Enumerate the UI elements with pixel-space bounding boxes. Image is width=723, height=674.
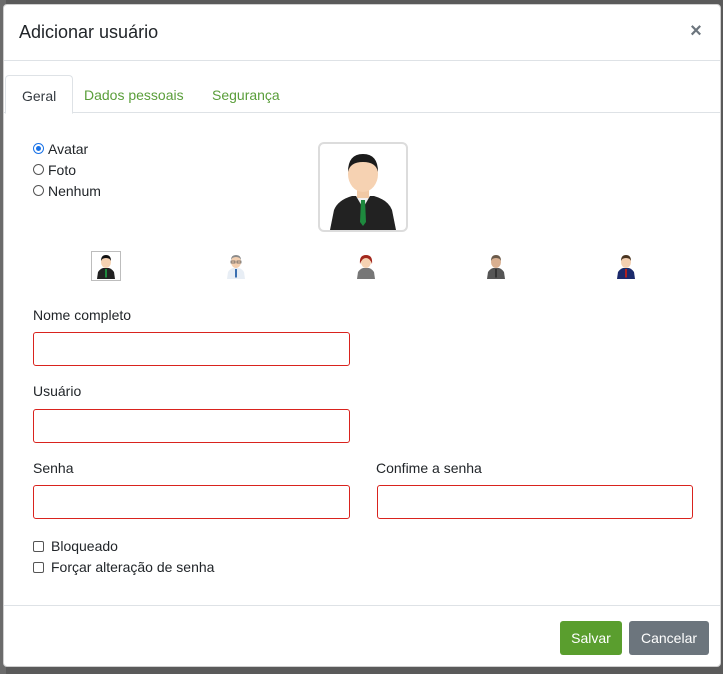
avatar-preview xyxy=(318,142,408,232)
close-button[interactable]: × xyxy=(686,21,706,41)
confirm-password-input[interactable] xyxy=(377,485,693,519)
full-name-input[interactable] xyxy=(33,332,350,366)
avatar-option-5[interactable] xyxy=(611,251,641,281)
avatar-option-1[interactable] xyxy=(91,251,121,281)
modal-title: Adicionar usuário xyxy=(19,22,159,42)
save-button[interactable]: Salvar xyxy=(560,621,622,655)
radio-nenhum[interactable]: Nenhum xyxy=(33,180,101,201)
full-name-label: Nome completo xyxy=(33,307,132,323)
tab-bar: Geral Dados pessoais Segurança xyxy=(4,75,720,114)
modal-footer: Salvar Cancelar xyxy=(4,605,720,667)
avatar-option-4[interactable] xyxy=(481,251,511,281)
avatar-option-2[interactable] xyxy=(221,251,251,281)
password-label: Senha xyxy=(33,460,74,476)
businessman-green-tie-icon xyxy=(97,255,115,279)
tab-dados-pessoais[interactable]: Dados pessoais xyxy=(68,75,200,113)
modal-header: Adicionar usuário × xyxy=(4,5,720,61)
force-change-checkbox[interactable] xyxy=(33,561,44,573)
radio-avatar-label: Avatar xyxy=(48,140,89,157)
radio-avatar[interactable]: Avatar xyxy=(33,138,101,159)
radio-nenhum-label: Nenhum xyxy=(48,182,101,199)
cancel-button[interactable]: Cancelar xyxy=(629,621,709,655)
woman-red-hair-icon xyxy=(357,255,375,279)
password-input[interactable] xyxy=(33,485,350,519)
avatar-option-3[interactable] xyxy=(351,251,381,281)
man-glasses-icon xyxy=(227,255,245,279)
blocked-label: Bloqueado xyxy=(51,538,118,554)
radio-foto-input[interactable] xyxy=(33,164,44,175)
image-type-radio-group: Avatar Foto Nenhum xyxy=(33,138,101,201)
add-user-modal: Adicionar usuário × Geral Dados pessoais… xyxy=(3,4,721,667)
username-input[interactable] xyxy=(33,409,350,443)
radio-nenhum-input[interactable] xyxy=(33,185,44,196)
confirm-password-label: Confime a senha xyxy=(376,460,482,476)
man-blue-suit-icon xyxy=(617,255,635,279)
radio-foto[interactable]: Foto xyxy=(33,159,101,180)
tab-geral[interactable]: Geral xyxy=(5,75,74,114)
businessman-avatar-icon xyxy=(330,154,396,230)
blocked-checkbox-row[interactable]: Bloqueado xyxy=(33,538,118,554)
radio-foto-label: Foto xyxy=(48,161,77,178)
man-gray-suit-icon xyxy=(487,255,505,279)
force-change-label: Forçar alteração de senha xyxy=(51,559,215,575)
radio-avatar-input[interactable] xyxy=(33,143,44,154)
blocked-checkbox[interactable] xyxy=(33,540,44,552)
username-label: Usuário xyxy=(33,383,82,399)
force-change-checkbox-row[interactable]: Forçar alteração de senha xyxy=(33,559,214,575)
tab-seguranca[interactable]: Segurança xyxy=(196,75,296,113)
